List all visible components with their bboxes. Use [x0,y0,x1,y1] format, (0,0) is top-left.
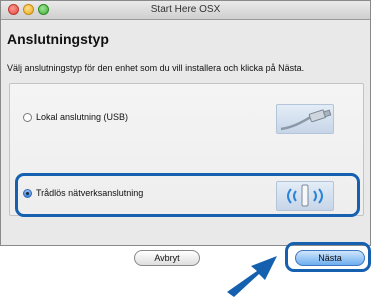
wireless-connection-option[interactable]: Trådlös nätverksanslutning [23,188,143,198]
usb-option-label: Lokal anslutning (USB) [36,112,129,122]
usb-radio-button[interactable] [23,112,32,122]
pointer-arrow-icon [227,256,277,297]
window-title: Start Here OSX [150,4,221,15]
next-button[interactable]: Nästa [295,250,365,266]
wireless-radio-button[interactable] [23,188,32,198]
installer-window: Start Here OSX Anslutningstyp Välj anslu… [0,0,371,246]
cancel-button[interactable]: Avbryt [134,250,200,266]
wireless-option-label: Trådlös nätverksanslutning [36,188,144,198]
title-bar: Start Here OSX [1,1,370,20]
instruction-text: Välj anslutningstyp för den enhet som du… [7,63,305,73]
usb-cable-icon [276,104,334,134]
page-heading: Anslutningstyp [7,31,109,47]
wireless-signal-icon [276,181,334,211]
usb-connection-option[interactable]: Lokal anslutning (USB) [23,112,128,122]
